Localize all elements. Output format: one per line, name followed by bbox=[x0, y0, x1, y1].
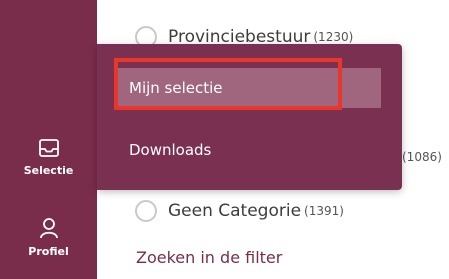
user-icon bbox=[39, 218, 58, 239]
filter-option-count: (1391) bbox=[304, 204, 344, 218]
filter-option-geen-categorie[interactable]: Geen Categorie (1391) bbox=[135, 200, 344, 222]
menu-item-downloads[interactable]: Downloads bbox=[115, 130, 381, 170]
search-in-filter-link[interactable]: Zoeken in de filter bbox=[136, 248, 282, 267]
sidebar-item-label: Profiel bbox=[28, 245, 69, 258]
selection-popup-menu: Mijn selectie Downloads bbox=[97, 44, 402, 190]
radio-button[interactable] bbox=[135, 200, 157, 222]
sidebar-item-label: Selectie bbox=[23, 164, 74, 177]
filter-option-count: (1086) bbox=[402, 150, 442, 164]
filter-option-count: (1230) bbox=[313, 30, 354, 44]
app-root: Provinciebestuur (1230) (1086) Geen Cate… bbox=[0, 0, 449, 279]
sidebar: Selectie Profiel bbox=[0, 0, 97, 279]
sidebar-item-selectie[interactable]: Selectie bbox=[0, 138, 97, 177]
filter-option-label: Geen Categorie bbox=[168, 201, 302, 221]
menu-item-mijn-selectie[interactable]: Mijn selectie bbox=[115, 68, 381, 108]
inbox-icon bbox=[38, 139, 59, 157]
sidebar-item-profiel[interactable]: Profiel bbox=[0, 217, 97, 258]
